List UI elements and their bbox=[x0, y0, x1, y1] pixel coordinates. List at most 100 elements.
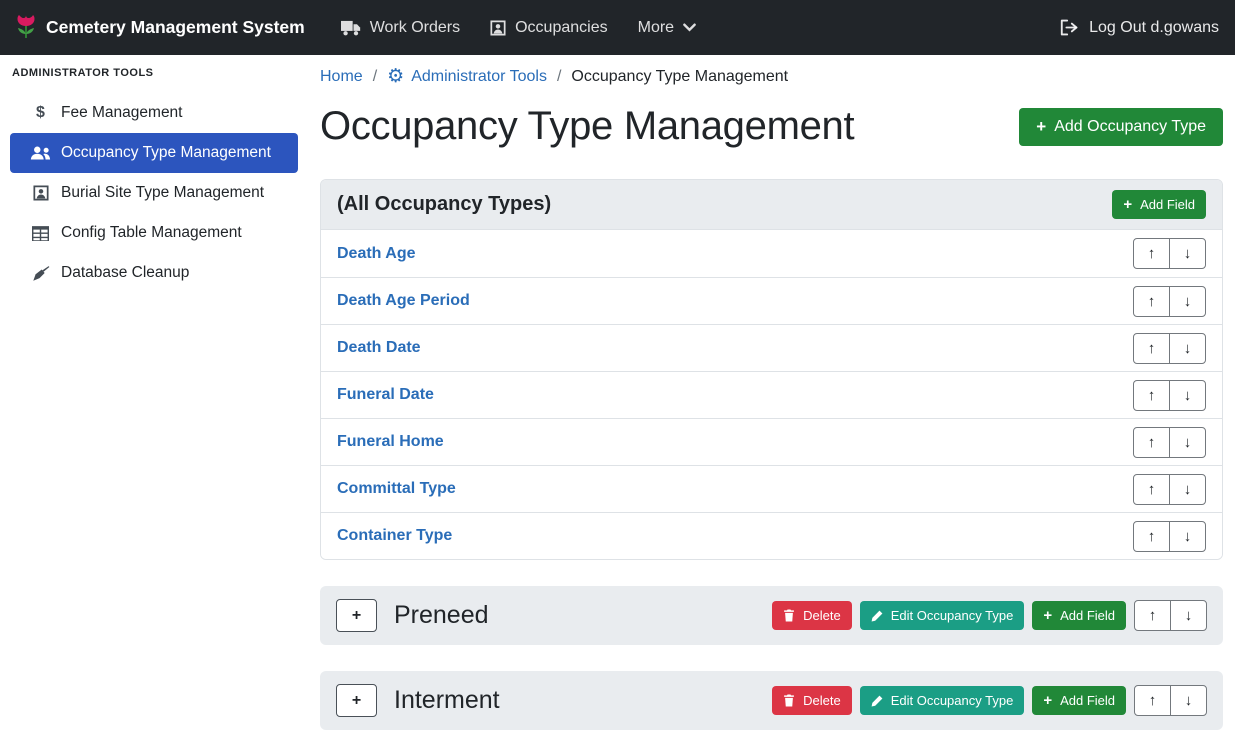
logout-button[interactable]: Log Out d.gowans bbox=[1060, 19, 1219, 37]
breadcrumb-home[interactable]: Home bbox=[320, 68, 363, 86]
breadcrumb-separator: / bbox=[373, 68, 377, 86]
move-up-button[interactable]: ↑ bbox=[1133, 380, 1170, 411]
arrow-up-icon: ↑ bbox=[1148, 245, 1156, 262]
field-row: Committal Type ↑ ↓ bbox=[321, 465, 1222, 512]
field-link[interactable]: Death Age Period bbox=[337, 292, 470, 310]
person-booth-icon bbox=[490, 20, 506, 36]
field-row: Container Type ↑ ↓ bbox=[321, 512, 1222, 559]
truck-icon bbox=[341, 20, 361, 36]
chevron-down-icon bbox=[683, 23, 696, 32]
users-icon bbox=[30, 145, 51, 161]
nav-occupancies[interactable]: Occupancies bbox=[490, 19, 608, 37]
move-up-button[interactable]: ↑ bbox=[1133, 427, 1170, 458]
field-row: Funeral Home ↑ ↓ bbox=[321, 418, 1222, 465]
pencil-icon bbox=[871, 610, 883, 622]
sidebar-item-label: Config Table Management bbox=[61, 224, 242, 242]
delete-button[interactable]: Delete bbox=[772, 686, 852, 715]
logout-icon bbox=[1060, 19, 1079, 36]
move-down-button[interactable]: ↓ bbox=[1169, 427, 1206, 458]
edit-occupancy-type-label: Edit Occupancy Type bbox=[891, 693, 1014, 708]
logout-label: Log Out d.gowans bbox=[1089, 19, 1219, 37]
move-down-button[interactable]: ↓ bbox=[1170, 600, 1207, 631]
nav-work-orders[interactable]: Work Orders bbox=[341, 19, 460, 37]
field-row: Death Date ↑ ↓ bbox=[321, 324, 1222, 371]
move-up-button[interactable]: ↑ bbox=[1133, 474, 1170, 505]
sidebar-item-database-cleanup[interactable]: Database Cleanup bbox=[10, 253, 298, 293]
breadcrumb-current: Occupancy Type Management bbox=[571, 68, 788, 86]
breadcrumb-home-label: Home bbox=[320, 68, 363, 86]
reorder-buttons: ↑ ↓ bbox=[1133, 286, 1206, 317]
plus-icon: + bbox=[352, 607, 361, 625]
sidebar-heading: Administrator Tools bbox=[0, 67, 308, 93]
add-occupancy-type-button[interactable]: + Add Occupancy Type bbox=[1019, 108, 1223, 146]
add-field-label: Add Field bbox=[1140, 197, 1195, 212]
sidebar-item-fee-management[interactable]: $ Fee Management bbox=[10, 93, 298, 133]
delete-label: Delete bbox=[803, 693, 841, 708]
section-name: Preneed bbox=[394, 598, 489, 633]
edit-occupancy-type-button[interactable]: Edit Occupancy Type bbox=[860, 601, 1025, 630]
expand-button[interactable]: + bbox=[336, 684, 377, 717]
add-field-button[interactable]: + Add Field bbox=[1032, 686, 1126, 715]
delete-button[interactable]: Delete bbox=[772, 601, 852, 630]
arrow-up-icon: ↑ bbox=[1149, 692, 1157, 709]
tulip-logo-icon bbox=[16, 14, 36, 41]
move-down-button[interactable]: ↓ bbox=[1169, 238, 1206, 269]
add-occupancy-type-label: Add Occupancy Type bbox=[1054, 118, 1206, 136]
sidebar-item-config-table-management[interactable]: Config Table Management bbox=[10, 213, 298, 253]
move-down-button[interactable]: ↓ bbox=[1170, 685, 1207, 716]
sidebar-item-burial-site-type-management[interactable]: Burial Site Type Management bbox=[10, 173, 298, 213]
field-link[interactable]: Death Age bbox=[337, 245, 416, 263]
delete-label: Delete bbox=[803, 608, 841, 623]
nav-occupancies-label: Occupancies bbox=[515, 19, 608, 37]
reorder-buttons: ↑ ↓ bbox=[1133, 333, 1206, 364]
move-down-button[interactable]: ↓ bbox=[1169, 286, 1206, 317]
field-link[interactable]: Funeral Date bbox=[337, 386, 434, 404]
plus-icon: + bbox=[1043, 608, 1052, 623]
edit-occupancy-type-label: Edit Occupancy Type bbox=[891, 608, 1014, 623]
reorder-buttons: ↑ ↓ bbox=[1134, 685, 1207, 716]
person-booth-icon bbox=[30, 185, 51, 201]
move-up-button[interactable]: ↑ bbox=[1134, 600, 1171, 631]
plus-icon: + bbox=[352, 692, 361, 710]
arrow-up-icon: ↑ bbox=[1148, 528, 1156, 545]
move-up-button[interactable]: ↑ bbox=[1134, 685, 1171, 716]
arrow-up-icon: ↑ bbox=[1148, 387, 1156, 404]
reorder-buttons: ↑ ↓ bbox=[1133, 238, 1206, 269]
add-field-label: Add Field bbox=[1060, 608, 1115, 623]
add-field-label: Add Field bbox=[1060, 693, 1115, 708]
page-header: Occupancy Type Management + Add Occupanc… bbox=[320, 104, 1223, 149]
move-down-button[interactable]: ↓ bbox=[1169, 380, 1206, 411]
reorder-buttons: ↑ ↓ bbox=[1133, 521, 1206, 552]
arrow-down-icon: ↓ bbox=[1184, 245, 1192, 262]
field-link[interactable]: Container Type bbox=[337, 527, 452, 545]
all-occupancy-types-card: (All Occupancy Types) + Add Field Death … bbox=[320, 179, 1223, 560]
move-down-button[interactable]: ↓ bbox=[1169, 474, 1206, 505]
move-up-button[interactable]: ↑ bbox=[1133, 238, 1170, 269]
add-field-button[interactable]: + Add Field bbox=[1032, 601, 1126, 630]
sidebar-item-occupancy-type-management[interactable]: Occupancy Type Management bbox=[10, 133, 298, 173]
move-up-button[interactable]: ↑ bbox=[1133, 286, 1170, 317]
reorder-buttons: ↑ ↓ bbox=[1133, 474, 1206, 505]
app-brand[interactable]: Cemetery Management System bbox=[16, 14, 305, 41]
field-link[interactable]: Funeral Home bbox=[337, 433, 444, 451]
expand-button[interactable]: + bbox=[336, 599, 377, 632]
arrow-down-icon: ↓ bbox=[1185, 607, 1193, 624]
arrow-up-icon: ↑ bbox=[1148, 293, 1156, 310]
edit-occupancy-type-button[interactable]: Edit Occupancy Type bbox=[860, 686, 1025, 715]
field-link[interactable]: Committal Type bbox=[337, 480, 456, 498]
reorder-buttons: ↑ ↓ bbox=[1133, 380, 1206, 411]
arrow-up-icon: ↑ bbox=[1148, 481, 1156, 498]
move-up-button[interactable]: ↑ bbox=[1133, 521, 1170, 552]
nav-more[interactable]: More bbox=[638, 19, 696, 37]
app-title: Cemetery Management System bbox=[46, 17, 305, 38]
move-up-button[interactable]: ↑ bbox=[1133, 333, 1170, 364]
field-link[interactable]: Death Date bbox=[337, 339, 421, 357]
move-down-button[interactable]: ↓ bbox=[1169, 333, 1206, 364]
reorder-buttons: ↑ ↓ bbox=[1133, 427, 1206, 458]
sidebar-item-label: Database Cleanup bbox=[61, 264, 189, 282]
nav-more-label: More bbox=[638, 19, 674, 37]
arrow-down-icon: ↓ bbox=[1184, 293, 1192, 310]
move-down-button[interactable]: ↓ bbox=[1169, 521, 1206, 552]
breadcrumb-administrator-tools[interactable]: ⚙ Administrator Tools bbox=[387, 67, 547, 86]
add-field-button[interactable]: + Add Field bbox=[1112, 190, 1206, 219]
